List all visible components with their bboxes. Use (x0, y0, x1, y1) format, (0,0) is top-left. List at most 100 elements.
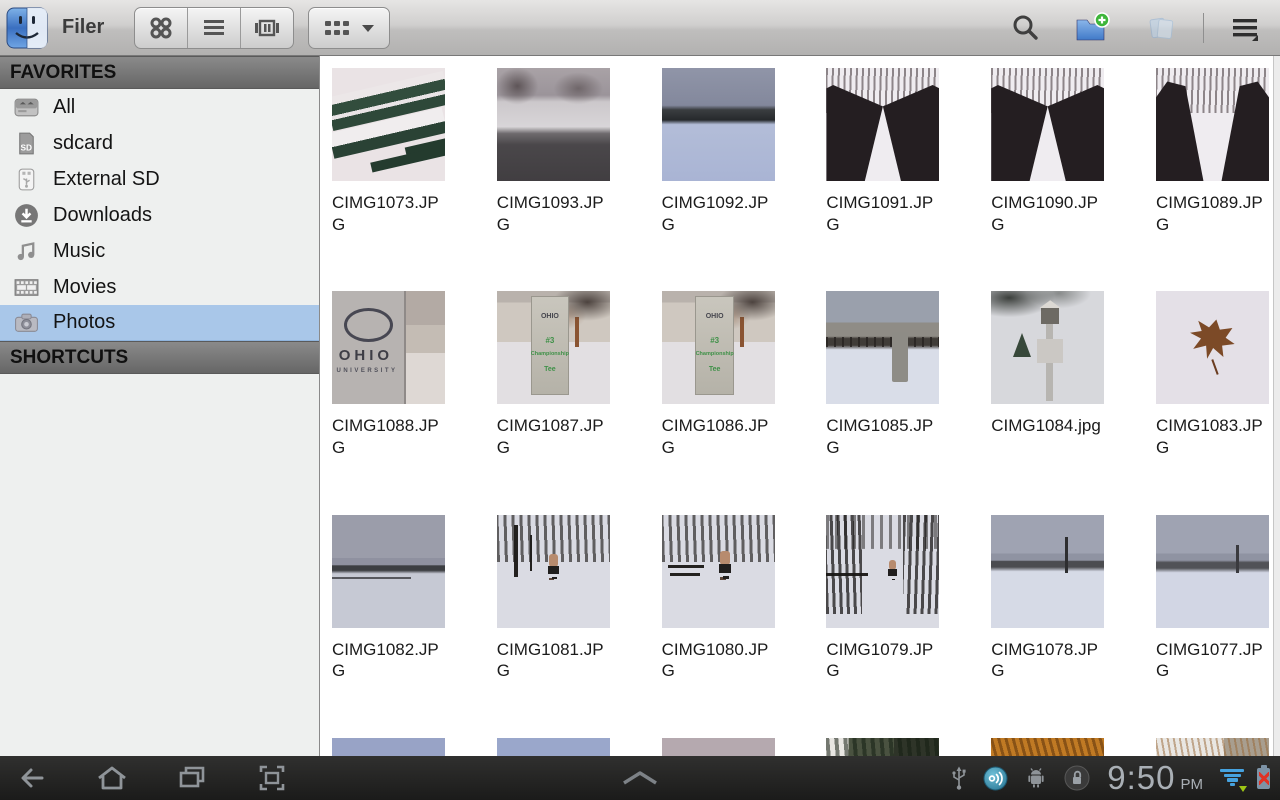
home-button[interactable] (90, 759, 134, 797)
file-item[interactable]: OHIO#3ChampionshipTeeCIMG1087.JPG (497, 291, 615, 514)
search-icon (1010, 13, 1040, 43)
sidebar-item-movies[interactable]: Movies (0, 269, 319, 305)
file-thumbnail (1156, 738, 1269, 756)
photo-text: OHIO (339, 347, 393, 364)
file-item[interactable] (662, 738, 780, 756)
notification-handle[interactable] (610, 759, 670, 797)
recent-apps-icon (177, 764, 207, 792)
home-icon (96, 764, 128, 792)
file-item[interactable]: CIMG1081.JPG (497, 515, 615, 738)
menu-button[interactable] (1226, 8, 1266, 48)
column-layout-dropdown-button[interactable] (308, 7, 390, 49)
file-item[interactable] (1156, 738, 1274, 756)
photo-text: OHIO (531, 313, 569, 320)
file-name: CIMG1080.JPG (662, 639, 780, 682)
sdcard-icon: SD (13, 130, 40, 157)
file-item[interactable]: CIMG1073.JPG (332, 68, 450, 291)
sidebar-item-downloads[interactable]: Downloads (0, 197, 319, 233)
photo-text: #3 (531, 336, 569, 345)
file-item[interactable]: CIMG1090.JPG (991, 68, 1109, 291)
external-sd-icon (13, 166, 40, 193)
file-item[interactable]: OHIOUNIVERSITYCIMG1088.JPG (332, 291, 450, 514)
file-item[interactable]: OHIO#3ChampionshipTeeCIMG1086.JPG (662, 291, 780, 514)
file-name: CIMG1093.JPG (497, 192, 615, 235)
file-item[interactable]: CIMG1093.JPG (497, 68, 615, 291)
chevron-up-icon (618, 770, 662, 786)
file-item[interactable] (497, 738, 615, 756)
column-layout-icon (323, 17, 351, 39)
photo-text: Championship (695, 351, 733, 357)
file-item[interactable] (991, 738, 1109, 756)
file-item[interactable]: CIMG1092.JPG (662, 68, 780, 291)
grid-view-button[interactable] (135, 8, 188, 48)
file-item[interactable]: CIMG1082.JPG (332, 515, 450, 738)
file-name: CIMG1077.JPG (1156, 639, 1274, 682)
list-view-icon (201, 15, 227, 41)
chevron-down-icon (361, 23, 375, 33)
file-grid: CIMG1073.JPG CIMG1093.JPG CIMG1092.JPG CIMG… (320, 56, 1280, 756)
sidebar-item-label: Downloads (53, 204, 152, 227)
file-thumbnail (1156, 68, 1269, 181)
search-button[interactable] (1005, 8, 1045, 48)
clock-time: 9:50 (1107, 759, 1175, 797)
file-item[interactable]: CIMG1079.JPG (826, 515, 944, 738)
rotation-lock-icon (1063, 764, 1091, 792)
list-view-button[interactable] (188, 8, 241, 48)
file-name: CIMG1087.JPG (497, 415, 615, 458)
file-thumbnail (332, 68, 445, 181)
file-item[interactable]: CIMG1077.JPG (1156, 515, 1274, 738)
sidebar-item-sdcard[interactable]: SDsdcard (0, 125, 319, 161)
view-mode-switcher (134, 7, 294, 49)
sidebar-item-photos[interactable]: Photos (0, 305, 319, 341)
sidebar-item-music[interactable]: Music (0, 233, 319, 269)
file-name: CIMG1086.JPG (662, 415, 780, 458)
recent-apps-button[interactable] (170, 759, 214, 797)
file-item[interactable]: CIMG1083.JPG (1156, 291, 1274, 514)
paste-button[interactable] (1141, 8, 1181, 48)
file-thumbnail: OHIOUNIVERSITY (332, 291, 445, 404)
paste-icon (1145, 13, 1177, 43)
file-name: CIMG1073.JPG (332, 192, 450, 235)
scrollbar-track[interactable] (1273, 56, 1280, 756)
flow-view-button[interactable] (241, 8, 293, 48)
flow-view-icon (253, 15, 281, 41)
clock: 9:50 PM (1107, 759, 1203, 797)
file-item[interactable]: CIMG1080.JPG (662, 515, 780, 738)
file-item[interactable]: CIMG1091.JPG (826, 68, 944, 291)
sidebar-item-label: Music (53, 240, 105, 263)
file-thumbnail (497, 515, 610, 628)
toolbar-divider (1203, 13, 1204, 43)
photo-text: Tee (695, 366, 733, 373)
screenshot-button[interactable] (250, 759, 294, 797)
photo-text: #3 (695, 336, 733, 345)
file-name: CIMG1079.JPG (826, 639, 944, 682)
file-thumbnail (497, 68, 610, 181)
file-item[interactable]: CIMG1085.JPG (826, 291, 944, 514)
file-item[interactable]: CIMG1084.jpg (991, 291, 1109, 514)
file-thumbnail (497, 738, 610, 756)
file-thumbnail (991, 68, 1104, 181)
file-item[interactable]: CIMG1078.JPG (991, 515, 1109, 738)
sidebar-item-label: All (53, 96, 75, 119)
file-item[interactable] (332, 738, 450, 756)
file-thumbnail (826, 738, 939, 756)
screenshot-icon (257, 764, 287, 792)
file-item[interactable] (826, 738, 944, 756)
camera-icon (13, 309, 40, 336)
sidebar-item-all[interactable]: All (0, 89, 319, 125)
file-thumbnail (826, 291, 939, 404)
sidebar-item-external-sd[interactable]: External SD (0, 161, 319, 197)
file-name: CIMG1085.JPG (826, 415, 944, 458)
file-name: CIMG1091.JPG (826, 192, 944, 235)
svg-text:SD: SD (21, 142, 33, 152)
sidebar-item-label: External SD (53, 168, 160, 191)
file-name: CIMG1090.JPG (991, 192, 1109, 235)
file-thumbnail: OHIO#3ChampionshipTee (662, 291, 775, 404)
file-thumbnail (991, 515, 1104, 628)
file-item[interactable]: CIMG1089.JPG (1156, 68, 1274, 291)
new-folder-button[interactable] (1073, 8, 1113, 48)
back-button[interactable] (10, 759, 54, 797)
section-header-favorites: FAVORITES (0, 56, 319, 89)
status-tray[interactable]: 9:50 PM (950, 759, 1270, 797)
file-name: CIMG1081.JPG (497, 639, 615, 682)
